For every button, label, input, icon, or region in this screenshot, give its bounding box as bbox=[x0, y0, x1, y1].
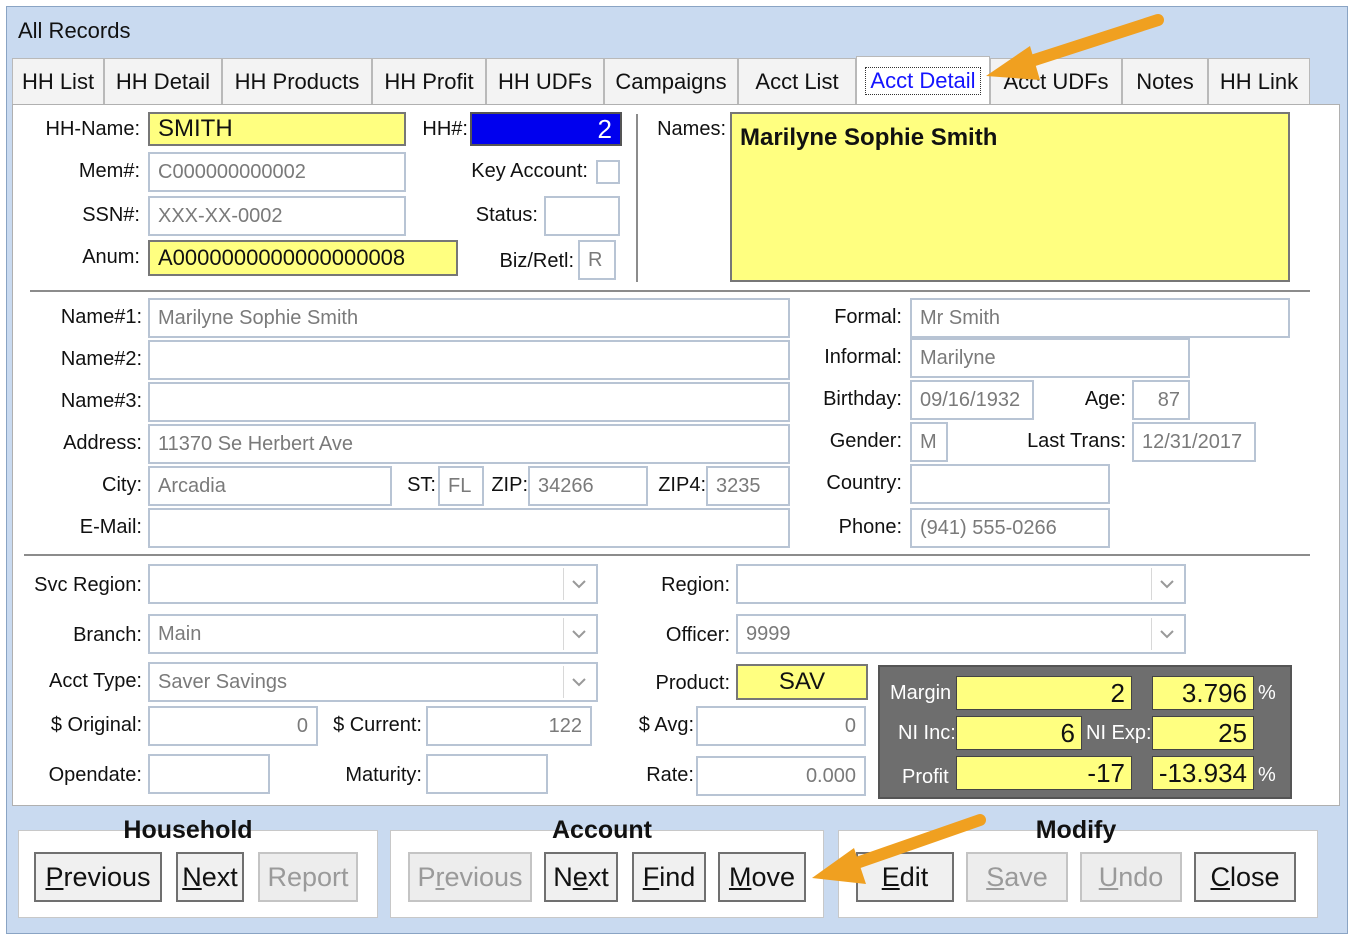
arrow-to-move-button bbox=[812, 814, 986, 884]
arrow-to-acct-detail-tab bbox=[986, 14, 1164, 80]
annotation-arrows bbox=[812, 14, 1164, 884]
